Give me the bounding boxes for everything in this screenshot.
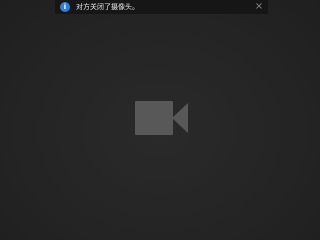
notification-bar: i 对方关闭了摄像头。 ×	[55, 0, 268, 14]
info-icon: i	[60, 2, 70, 12]
camera-body	[135, 101, 173, 135]
camera-lens	[172, 103, 188, 133]
notification-text: 对方关闭了摄像头。	[76, 3, 139, 11]
video-camera-icon	[135, 101, 188, 135]
close-icon[interactable]: ×	[254, 2, 264, 12]
